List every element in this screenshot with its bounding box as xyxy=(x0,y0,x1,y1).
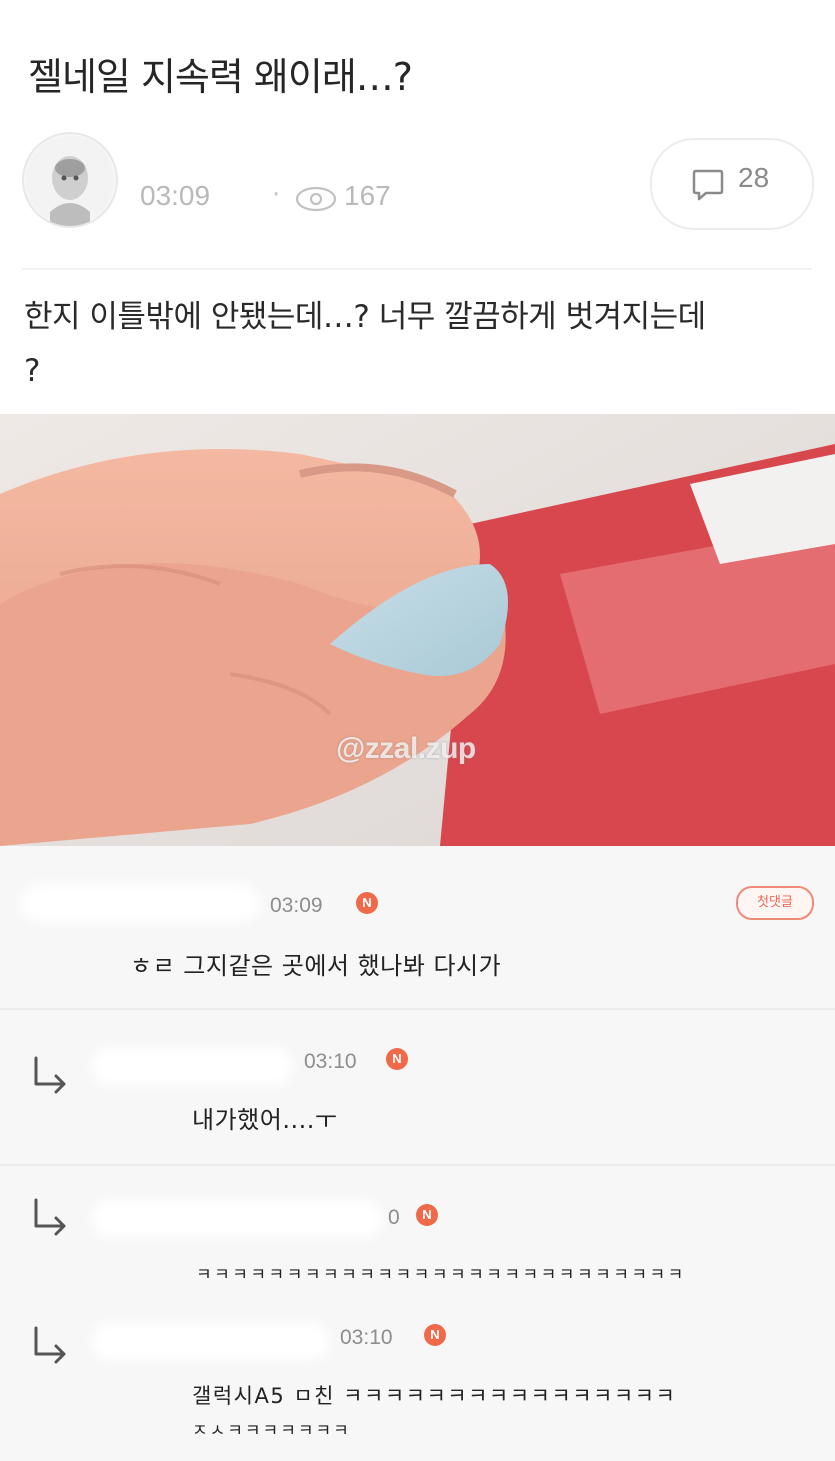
post-photo[interactable]: @zzal.zup xyxy=(0,414,835,846)
comment-time: 03:10 xyxy=(304,1050,357,1073)
avatar-image xyxy=(26,136,114,226)
post-body: 한지 이틀밖에 안됐는데…? 너무 깔끔하게 벗겨지는데 ? xyxy=(24,290,814,398)
author-name-blur xyxy=(92,1200,382,1238)
divider xyxy=(22,268,812,270)
reply-arrow-icon xyxy=(34,1198,66,1236)
avatar[interactable] xyxy=(22,132,118,228)
post-body-line: ? xyxy=(24,353,40,389)
meta-separator: · xyxy=(272,180,281,210)
post-title: 젤네일 지속력 왜이래…? xyxy=(28,55,413,99)
reply-arrow-icon xyxy=(34,1056,66,1094)
new-badge: N xyxy=(416,1204,438,1226)
comment-reply: 03:10 N 내가했어....ㅜ xyxy=(0,1010,835,1160)
eye-icon xyxy=(295,186,337,212)
comment-count-button[interactable]: 28 xyxy=(650,138,814,230)
reply-arrow-icon xyxy=(34,1326,66,1364)
post-meta: 03:09 · 167 28 xyxy=(22,132,814,232)
comment-text: ㅈㅅㅋㅋㅋㅋㅋㅋㅋ xyxy=(192,1421,351,1441)
post-body-line: 한지 이틀밖에 안됐는데…? 너무 깔끔하게 벗겨지는데 xyxy=(24,299,706,335)
comment-text: 갤럭시A5 ㅁ친 ㅋㅋㅋㅋㅋㅋㅋㅋㅋㅋㅋㅋㅋㅋㅋㅋ xyxy=(192,1384,677,1408)
comment-text: ㅎㄹ 그지같은 곳에서 했나봐 다시가 xyxy=(130,952,502,980)
author-name-blur xyxy=(92,1048,292,1086)
comment-time: 0 xyxy=(388,1206,400,1229)
photo-image xyxy=(0,414,835,846)
post-time: 03:09 xyxy=(140,180,211,211)
comment-time: 03:10 xyxy=(340,1326,393,1349)
comment-bubble-icon xyxy=(692,169,724,201)
comment-text: 내가했어....ㅜ xyxy=(192,1106,338,1134)
comment-list: 03:09 N 첫댓글 ㅎㄹ 그지같은 곳에서 했나봐 다시가 03:10 N … xyxy=(0,846,835,1461)
comment-item: 03:09 N 첫댓글 ㅎㄹ 그지같은 곳에서 했나봐 다시가 xyxy=(0,846,835,1006)
new-badge: N xyxy=(424,1324,446,1346)
watermark: @zzal.zup xyxy=(336,732,476,765)
first-comment-tag: 첫댓글 xyxy=(736,886,814,920)
new-badge: N xyxy=(356,892,378,914)
new-badge: N xyxy=(386,1048,408,1070)
comment-reply: 03:10 N 갤럭시A5 ㅁ친 ㅋㅋㅋㅋㅋㅋㅋㅋㅋㅋㅋㅋㅋㅋㅋㅋ ㅈㅅㅋㅋㅋㅋ… xyxy=(0,1306,835,1456)
view-count: 167 xyxy=(344,180,391,211)
author-name-blur xyxy=(20,884,260,922)
comment-time: 03:09 xyxy=(270,894,323,917)
author-name-blur xyxy=(92,1322,330,1360)
comment-text: ㅋㅋㅋㅋㅋㅋㅋㅋㅋㅋㅋㅋㅋㅋㅋㅋㅋㅋㅋㅋㅋㅋㅋㅋㅋㅋㅋ xyxy=(196,1265,686,1285)
comment-reply: 0 N ㅋㅋㅋㅋㅋㅋㅋㅋㅋㅋㅋㅋㅋㅋㅋㅋㅋㅋㅋㅋㅋㅋㅋㅋㅋㅋㅋ xyxy=(0,1166,835,1306)
comment-count: 28 xyxy=(738,162,770,193)
